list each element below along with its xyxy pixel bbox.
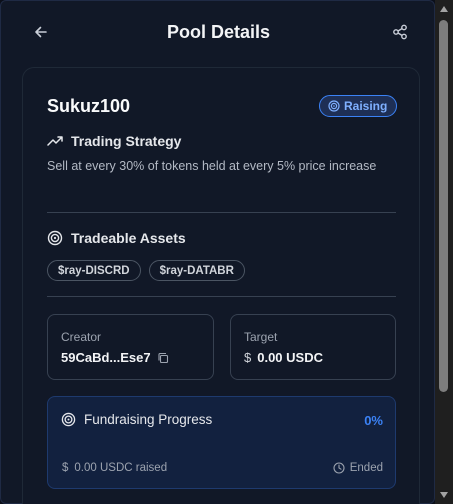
scroll-down-button[interactable] — [439, 490, 449, 500]
dollar-icon: $ — [244, 350, 252, 365]
creator-address: 59CaBd...Ese7 — [61, 350, 151, 365]
strategy-heading-label: Trading Strategy — [71, 133, 182, 149]
target-icon — [328, 100, 340, 112]
creator-value: 59CaBd...Ese7 — [61, 350, 169, 365]
divider — [47, 212, 396, 213]
target-icon — [61, 412, 76, 427]
dollar-icon: $ — [62, 462, 69, 474]
scrollbar[interactable] — [435, 0, 453, 504]
strategy-description: Sell at every 30% of tokens held at ever… — [47, 159, 377, 173]
fundraising-status-label: Ended — [349, 462, 383, 474]
divider — [47, 296, 396, 297]
raised-label: 0.00 USDC raised — [74, 462, 168, 474]
pool-details-panel: Pool Details Sukuz100 Raising Trading St… — [0, 0, 435, 504]
target-amount: 0.00 USDC — [257, 350, 323, 365]
copy-icon — [158, 352, 168, 363]
scroll-up-button[interactable] — [439, 4, 449, 14]
creator-box: Creator 59CaBd...Ese7 — [47, 314, 214, 380]
pool-card: Sukuz100 Raising Trading Strategy Sell a… — [22, 67, 420, 504]
share-icon — [393, 24, 407, 40]
caret-up-icon — [440, 6, 448, 12]
arrow-left-icon — [35, 26, 47, 38]
assets-heading: Tradeable Assets — [47, 230, 186, 246]
page-title: Pool Details — [166, 21, 271, 42]
target-icon — [47, 230, 63, 246]
back-button[interactable] — [29, 20, 53, 44]
assets-heading-label: Tradeable Assets — [71, 230, 186, 246]
clock-icon — [333, 462, 345, 474]
header: Pool Details — [1, 1, 436, 63]
fundraising-heading-label: Fundraising Progress — [84, 412, 213, 427]
scrollbar-thumb[interactable] — [439, 20, 448, 392]
asset-chips: $ray-DISCRD $ray-DATABR — [47, 260, 245, 281]
fundraising-percent: 0% — [364, 413, 383, 428]
fundraising-status: Ended — [333, 462, 383, 474]
caret-down-icon — [440, 492, 448, 498]
fundraising-progress-box: Fundraising Progress 0% $ 0.00 USDC rais… — [47, 396, 396, 489]
target-label: Target — [244, 330, 278, 344]
raised-amount: $ 0.00 USDC raised — [62, 462, 167, 474]
strategy-heading: Trading Strategy — [47, 133, 181, 149]
fundraising-heading: Fundraising Progress — [61, 412, 212, 427]
target-box: Target $ 0.00 USDC — [230, 314, 396, 380]
share-button[interactable] — [388, 20, 412, 44]
target-value: $ 0.00 USDC — [244, 350, 323, 365]
status-badge: Raising — [319, 95, 398, 117]
creator-label: Creator — [61, 330, 102, 344]
trending-up-icon — [47, 136, 63, 146]
status-label: Raising — [344, 99, 388, 113]
asset-chip[interactable]: $ray-DATABR — [148, 260, 245, 281]
pool-name: Sukuz100 — [47, 96, 131, 116]
asset-chip[interactable]: $ray-DISCRD — [47, 260, 141, 281]
copy-button[interactable] — [157, 352, 169, 364]
